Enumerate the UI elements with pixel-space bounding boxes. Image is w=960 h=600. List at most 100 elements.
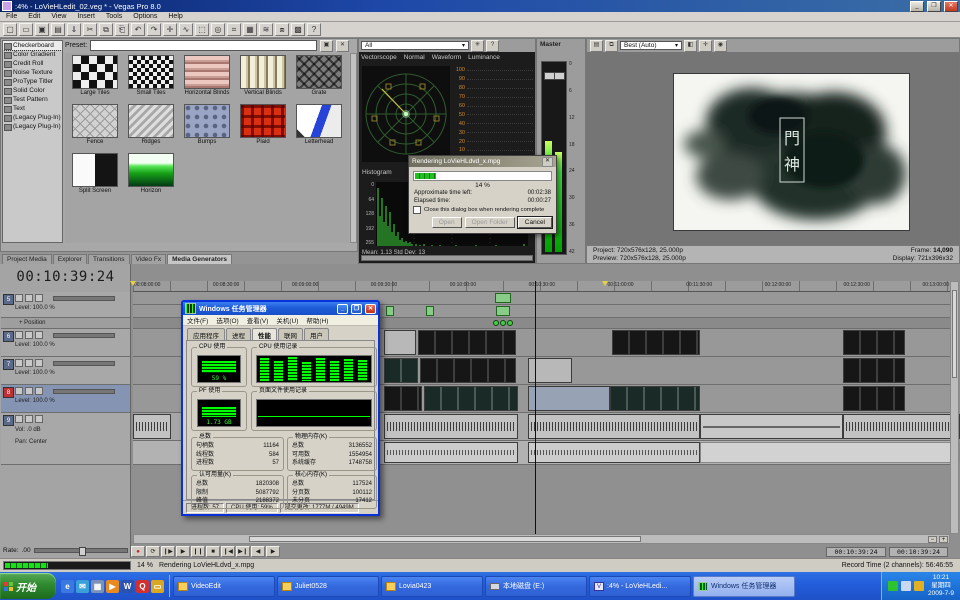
open-icon[interactable]: ▭	[19, 23, 33, 36]
timeline-event[interactable]	[700, 442, 960, 463]
outlook-express-icon[interactable]: ✉	[76, 580, 89, 593]
menu-edit[interactable]: Edit	[28, 13, 40, 20]
word-icon[interactable]: W	[121, 580, 134, 593]
tab-media-generators[interactable]: Media Generators	[167, 254, 232, 264]
start-button[interactable]: 开始	[0, 573, 56, 599]
bypass-motion-icon[interactable]	[15, 294, 23, 302]
generator-item[interactable]: Test Pattern	[3, 95, 62, 104]
qq-icon[interactable]: Q	[136, 580, 149, 593]
timeline-event[interactable]	[700, 414, 843, 439]
project-video-properties-icon[interactable]: ▤	[590, 40, 603, 52]
bypass-motion-icon[interactable]	[15, 359, 23, 367]
taskmgr-tab[interactable]: 进程	[226, 328, 251, 340]
preset-thumb[interactable]: Large Tiles	[67, 55, 123, 97]
generator-item[interactable]: (Legacy Plug-In)	[3, 113, 62, 122]
track-header-6[interactable]: 6Level: 100.0 %	[1, 329, 130, 357]
media-player-icon[interactable]: ▶	[106, 580, 119, 593]
scope-help-icon[interactable]: ?	[486, 40, 499, 52]
task-manager-titlebar[interactable]: Windows 任务管理器 _ ❐ ✕	[183, 302, 378, 315]
taskmgr-close-button[interactable]: ✕	[365, 304, 376, 314]
checkbox-box[interactable]	[413, 206, 421, 214]
timeline-event[interactable]	[843, 330, 905, 355]
open-folder-button[interactable]: Open Folder	[465, 217, 515, 228]
mute-icon[interactable]	[25, 359, 33, 367]
record-button[interactable]: ●	[131, 546, 145, 557]
taskmgr-menu-item[interactable]: 选项(O)	[216, 315, 238, 325]
solo-icon[interactable]	[35, 294, 43, 302]
selection-start-timecode[interactable]: 00:10:39:24	[826, 547, 886, 557]
timeline-event[interactable]	[610, 386, 700, 411]
solo-icon[interactable]	[35, 415, 43, 423]
maximize-button[interactable]: ❐	[927, 1, 941, 12]
split-screen-view-icon[interactable]: ◧	[684, 40, 697, 52]
generator-item[interactable]: ProType Titler	[3, 77, 62, 86]
solo-icon[interactable]	[35, 387, 43, 395]
whats-this-help-icon[interactable]: ?	[307, 23, 321, 36]
bypass-motion-icon[interactable]	[15, 331, 23, 339]
ignore-event-grouping-icon[interactable]: ⧈	[275, 23, 289, 36]
internet-explorer-icon[interactable]: e	[61, 580, 74, 593]
properties-icon[interactable]: ▤	[51, 23, 65, 36]
taskbar-button[interactable]: Juliet0528	[277, 576, 379, 597]
fader-right[interactable]	[554, 72, 565, 80]
mute-icon[interactable]	[25, 415, 33, 423]
solo-icon[interactable]	[35, 359, 43, 367]
grab-frame-icon[interactable]: ◉	[714, 40, 727, 52]
cut-icon[interactable]: ✂	[83, 23, 97, 36]
play-button[interactable]: ▶	[176, 546, 190, 557]
taskmgr-minimize-button[interactable]: _	[337, 304, 348, 314]
menu-options[interactable]: Options	[133, 13, 157, 20]
scope-mode-label[interactable]: Normal	[404, 54, 425, 61]
play-from-start-button[interactable]: ❙▶	[161, 546, 175, 557]
track-header-9[interactable]: 9Vol: .0 dBPan: Center	[1, 413, 130, 465]
timeline-event[interactable]	[843, 414, 960, 439]
loop-playback-button[interactable]: ⟳	[146, 546, 160, 557]
taskbar-button[interactable]: V:4% - LoVieHLedi...	[589, 576, 691, 597]
scope-select-dropdown[interactable]: All	[361, 41, 469, 50]
timeline-timecode-display[interactable]: 00:10:39:24	[3, 267, 128, 286]
solo-icon[interactable]	[35, 331, 43, 339]
generator-item[interactable]: Checkerboard	[3, 41, 62, 50]
open-button[interactable]: Open	[432, 217, 462, 228]
playhead-cursor[interactable]	[535, 281, 536, 534]
tab-video-fx[interactable]: Video Fx	[131, 254, 167, 264]
tab-explorer[interactable]: Explorer	[53, 254, 87, 264]
save-preset-icon[interactable]: ▣	[320, 40, 333, 52]
preset-thumb[interactable]: Grate	[291, 55, 347, 97]
timeline-event[interactable]	[418, 330, 516, 355]
preset-thumb[interactable]: Horizontal Blinds	[179, 55, 235, 97]
paste-icon[interactable]: ⎗	[115, 23, 129, 36]
mute-icon[interactable]	[25, 387, 33, 395]
generator-item[interactable]: Credit Roll	[3, 59, 62, 68]
preset-thumb[interactable]: Split Screen	[67, 153, 123, 195]
taskmgr-tab[interactable]: 用户	[304, 328, 329, 340]
selection-edit-tool-icon[interactable]: ⬚	[195, 23, 209, 36]
go-to-end-button[interactable]: ▶❙	[236, 546, 250, 557]
timeline-event[interactable]	[528, 386, 610, 411]
preset-thumb[interactable]: Small Tiles	[123, 55, 179, 97]
taskbar-button[interactable]: VideoEdit	[173, 576, 275, 597]
undo-icon[interactable]: ↶	[131, 23, 145, 36]
taskbar-button[interactable]: 本地磁盘 (E:)	[485, 576, 587, 597]
track-header-7[interactable]: 7Level: 100.0 %	[1, 357, 130, 385]
timeline-event[interactable]	[528, 414, 700, 439]
generator-item[interactable]: Text	[3, 104, 62, 113]
taskmgr-menu-item[interactable]: 帮助(H)	[306, 315, 328, 325]
preset-thumb[interactable]: Horizon	[123, 153, 179, 195]
track-fade-slider[interactable]	[53, 361, 115, 366]
envelope-edit-tool-icon[interactable]: ∿	[179, 23, 193, 36]
lock-envelopes-icon[interactable]: ▩	[291, 23, 305, 36]
track-header-5[interactable]: 5Level: 100.0 %	[1, 292, 130, 318]
go-to-start-button[interactable]: ❙◀	[221, 546, 235, 557]
taskmgr-tab[interactable]: 联网	[278, 328, 303, 340]
selection-end-timecode[interactable]: 00:10:39:24	[889, 547, 948, 557]
menu-help[interactable]: Help	[168, 13, 182, 20]
taskmgr-menu-item[interactable]: 文件(F)	[187, 315, 208, 325]
timeline-event[interactable]	[420, 358, 516, 383]
preset-thumb[interactable]: Letterhead	[291, 104, 347, 146]
preset-thumb[interactable]: Vertical Blinds	[235, 55, 291, 97]
taskmgr-menu-item[interactable]: 关机(U)	[276, 315, 298, 325]
track-fade-slider[interactable]	[53, 296, 115, 301]
messenger-icon[interactable]	[914, 581, 924, 591]
menu-insert[interactable]: Insert	[77, 13, 95, 20]
